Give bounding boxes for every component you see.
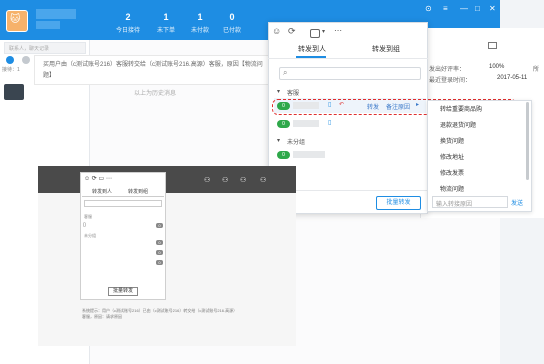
stat-label: 今日接待 xyxy=(115,28,140,34)
status-redacted xyxy=(36,21,60,29)
thumb-search-input xyxy=(84,200,162,207)
menu-item-reason[interactable]: 退款退货问题 xyxy=(440,120,476,129)
good-rate-value: 100% xyxy=(489,64,505,70)
menu-item-reason[interactable]: 修改发票 xyxy=(440,168,464,177)
thumb-group-a: 客服 xyxy=(84,214,92,219)
info-icon[interactable]: ⊙ xyxy=(425,4,432,13)
stat-value: 2 xyxy=(125,12,131,22)
tab-divider xyxy=(268,58,428,59)
more-icon[interactable]: ⋯ xyxy=(334,26,342,35)
send-reason-button[interactable]: 发送 xyxy=(511,198,523,207)
thumb-tab-person: 转发到人 xyxy=(92,189,113,195)
last-login-label: 最近登录时间： xyxy=(429,78,472,84)
thumb-sysmsg-line: 客服，原因：请求原因 xyxy=(82,314,122,319)
chevron-down-icon[interactable]: ▾ xyxy=(322,28,325,35)
group-name[interactable]: 未分组 xyxy=(287,137,305,146)
phone-icon: ▯ xyxy=(328,120,332,126)
chevron-down-icon[interactable]: ▾ xyxy=(277,88,280,95)
user-icon: ⚇ xyxy=(260,177,267,184)
menu-icon[interactable]: ≡ xyxy=(443,4,448,13)
reception-count: 接待：1 xyxy=(2,67,20,73)
username-redacted xyxy=(36,9,76,19)
maximize-icon[interactable]: □ xyxy=(475,4,480,13)
chevron-down-icon[interactable]: ▾ xyxy=(277,137,280,144)
stat-paid[interactable]: 0 已付款 xyxy=(212,12,252,34)
contact-avatar[interactable] xyxy=(4,84,24,100)
good-rate-label: 发出好评率： xyxy=(429,67,466,73)
group-name[interactable]: 客服 xyxy=(287,88,299,97)
reason-input[interactable]: 输入转接原因 xyxy=(432,196,508,208)
tab-chat-icon[interactable] xyxy=(6,56,14,64)
thumbnail-chat-area xyxy=(38,193,296,346)
thumbnail-header xyxy=(38,166,296,193)
cat-icon: 🐱 xyxy=(10,14,21,25)
last-login-value: 2017-05-11 xyxy=(497,75,528,81)
stat-label: 已付款 xyxy=(222,28,241,34)
transfer-icon[interactable]: ⟳ xyxy=(288,26,296,37)
thumb-badge: 0 xyxy=(156,260,163,265)
copy-icon[interactable] xyxy=(488,42,497,49)
menu-item-reason[interactable]: 物流问题 xyxy=(440,184,464,193)
bulk-transfer-button[interactable]: 批量转发 xyxy=(376,196,421,210)
tab-transfer-to-person[interactable]: 转发到人 xyxy=(298,44,326,54)
menu-item-reason[interactable]: 转给重要商品购 xyxy=(440,104,482,113)
agent-search-input[interactable] xyxy=(279,67,421,80)
extra-label: 所 xyxy=(533,67,540,73)
thumb-system-message: 系统提示：用户（c测试账号216）已由（c测试账号216）转交给（c测试账号21… xyxy=(82,308,252,320)
stat-today-reception[interactable]: 2 今日接待 xyxy=(108,12,148,34)
tab-transfer-to-group[interactable]: 转发到组 xyxy=(372,44,400,54)
agent-name-redacted xyxy=(293,120,319,127)
tab-contacts-icon[interactable] xyxy=(22,56,30,64)
thumb-badge: 0 xyxy=(156,223,163,228)
user-icon: ⚇ xyxy=(204,177,211,184)
search-icon: ⌕ xyxy=(283,68,288,77)
user-icon: ⚇ xyxy=(222,177,229,184)
user-icon: ⚇ xyxy=(240,177,247,184)
emoji-icon: ☺ ⟳ ▭ ⋯ xyxy=(84,176,112,182)
agent-load-badge: 0 xyxy=(277,120,290,128)
menu-item-reason[interactable]: 修改地址 xyxy=(440,152,464,161)
history-divider: 以上为历史消息 xyxy=(133,91,176,97)
thumb-badge: 0 xyxy=(156,240,163,245)
thumb-divider xyxy=(82,196,164,197)
thumb-tab-group: 转发到组 xyxy=(128,189,149,195)
thumb-bulk-button: 批量转发 xyxy=(108,287,138,296)
minimize-icon[interactable]: — xyxy=(460,4,468,13)
agent-load-badge: 0 xyxy=(277,151,290,159)
close-icon[interactable]: ✕ xyxy=(489,4,496,13)
menu-item-reason[interactable]: 换货问题 xyxy=(440,136,464,145)
thumb-badge: 0 xyxy=(156,250,163,255)
contact-search-input[interactable]: 联系人，聊天记录 xyxy=(4,42,86,54)
agent-name-redacted xyxy=(293,151,325,158)
emoji-icon[interactable]: ☺ xyxy=(272,26,281,36)
menu-scrollbar[interactable] xyxy=(526,102,529,180)
phone-icon: ▯ xyxy=(83,222,86,228)
thumb-group-b: 未分组 xyxy=(84,233,96,238)
stat-value: 0 xyxy=(229,12,235,22)
system-message: 买用户由（c测试账号216）客服转交给（c测试账号216.高源）客服，原因【物流… xyxy=(34,55,274,85)
screenshot-icon[interactable] xyxy=(310,29,320,38)
